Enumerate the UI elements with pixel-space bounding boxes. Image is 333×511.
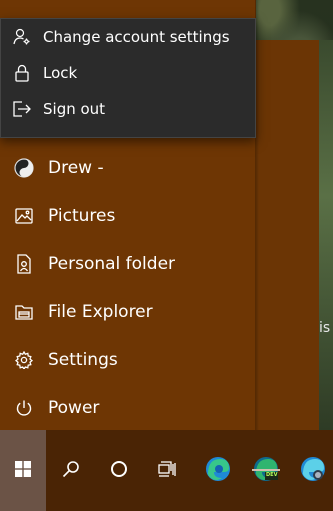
start-menu-tiles-area <box>256 40 319 430</box>
nav-settings-label: Settings <box>48 350 118 370</box>
menu-item-lock[interactable]: Lock <box>1 55 255 91</box>
background-window: is <box>319 40 333 430</box>
change-account-settings-label: Change account settings <box>43 28 230 46</box>
account-settings-icon <box>1 28 43 46</box>
pictures-icon <box>0 192 48 240</box>
edge-dev-badge: DEV <box>266 471 278 478</box>
task-view-icon <box>158 460 176 481</box>
gear-icon <box>0 336 48 384</box>
taskbar: DEV <box>0 430 333 511</box>
search-icon <box>62 460 80 482</box>
menu-item-sign-out[interactable]: Sign out <box>1 91 255 127</box>
sign-out-label: Sign out <box>43 100 106 118</box>
nav-item-user[interactable]: Drew - <box>0 144 256 192</box>
user-avatar-icon <box>0 144 48 192</box>
account-flyout: Change account settings Lock Sign out <box>0 18 256 138</box>
taskbar-app-edge[interactable] <box>195 430 241 511</box>
lock-label: Lock <box>43 64 78 82</box>
taskbar-app-edge-dev[interactable]: DEV <box>243 430 289 511</box>
running-indicator <box>252 469 280 471</box>
edge-canary-icon <box>300 456 326 486</box>
power-icon <box>0 384 48 432</box>
menu-item-change-account-settings[interactable]: Change account settings <box>1 19 255 55</box>
sign-out-icon <box>1 101 43 117</box>
windows-start-icon <box>15 460 31 481</box>
start-nav: Drew - Pictures Personal folder File Exp… <box>0 144 256 432</box>
taskbar-app-edge-canary[interactable] <box>290 430 333 511</box>
nav-user-label: Drew - <box>48 158 104 178</box>
task-view-button[interactable] <box>144 430 190 511</box>
nav-file-explorer-label: File Explorer <box>48 302 153 322</box>
nav-item-personal-folder[interactable]: Personal folder <box>0 240 256 288</box>
nav-item-power[interactable]: Power <box>0 384 256 432</box>
cortana-button[interactable] <box>96 430 142 511</box>
nav-item-settings[interactable]: Settings <box>0 336 256 384</box>
personal-folder-icon <box>0 240 48 288</box>
edge-icon <box>205 456 231 486</box>
nav-item-file-explorer[interactable]: File Explorer <box>0 288 256 336</box>
nav-item-pictures[interactable]: Pictures <box>0 192 256 240</box>
start-button[interactable] <box>0 430 46 511</box>
nav-power-label: Power <box>48 398 100 418</box>
lock-icon <box>1 64 43 82</box>
background-text: is <box>319 320 331 336</box>
nav-pictures-label: Pictures <box>48 206 116 226</box>
search-button[interactable] <box>48 430 94 511</box>
cortana-icon <box>110 460 128 482</box>
nav-personal-folder-label: Personal folder <box>48 254 176 274</box>
file-explorer-icon <box>0 288 48 336</box>
